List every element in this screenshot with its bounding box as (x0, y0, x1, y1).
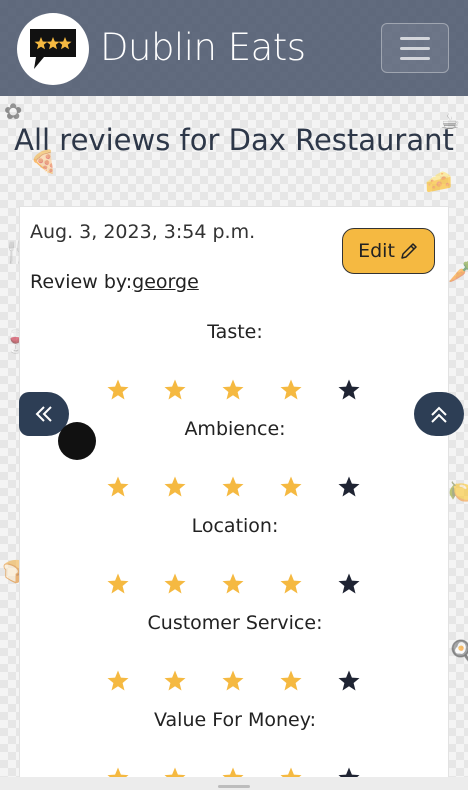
review-card: Aug. 3, 2023, 3:54 p.m. Edit Review by:g… (19, 206, 449, 790)
review-author-link[interactable]: george (132, 271, 199, 293)
double-chevron-up-icon (431, 406, 447, 423)
star-filled-icon (164, 670, 186, 691)
horizontal-scrollbar[interactable] (0, 777, 468, 790)
review-by-label: Review by: (30, 271, 133, 293)
scrollbar-thumb[interactable] (218, 785, 250, 788)
edit-review-button[interactable]: Edit (342, 228, 435, 274)
star-filled-icon (164, 379, 186, 400)
star-empty-icon (338, 573, 360, 594)
rating-label: Value For Money: (154, 709, 316, 731)
star-filled-icon (164, 573, 186, 594)
star-filled-icon (280, 379, 302, 400)
star-filled-icon (222, 476, 244, 497)
review-date: Aug. 3, 2023, 3:54 p.m. (30, 221, 256, 243)
star-filled-icon (107, 573, 129, 594)
star-empty-icon (338, 379, 360, 400)
background-doodle: 🥕 (448, 260, 468, 285)
star-filled-icon (107, 670, 129, 691)
star-empty-icon (338, 670, 360, 691)
background-doodle: 🧀 (425, 170, 453, 195)
rating-label: Location: (191, 515, 279, 537)
review-author-line: Review by:george (30, 271, 199, 293)
brand-name[interactable]: Dublin Eats (100, 26, 306, 69)
rating-label: Customer Service: (147, 612, 323, 634)
double-chevron-left-icon (35, 406, 52, 422)
back-to-top-button[interactable] (414, 392, 464, 436)
star-rating (20, 475, 448, 501)
background-doodle: 🍳 (448, 640, 468, 665)
star-filled-icon (222, 573, 244, 594)
star-rating (20, 572, 448, 598)
navbar: Dublin Eats (0, 0, 468, 96)
star-filled-icon (280, 476, 302, 497)
edit-label: Edit (358, 240, 395, 262)
star-filled-icon (107, 379, 129, 400)
star-empty-icon (338, 476, 360, 497)
page-title: All reviews for Dax Restaurant (14, 123, 454, 157)
star-rating (20, 378, 448, 404)
touch-cursor (58, 422, 96, 460)
star-filled-icon (280, 573, 302, 594)
star-filled-icon (107, 476, 129, 497)
star-rating (20, 669, 448, 695)
menu-toggle-button[interactable] (381, 23, 449, 73)
hamburger-icon (400, 36, 430, 40)
brand-logo[interactable] (17, 13, 89, 85)
star-filled-icon (222, 670, 244, 691)
pencil-icon (401, 243, 417, 259)
background-doodle: 🍋 (448, 480, 468, 505)
star-filled-icon (164, 476, 186, 497)
star-filled-icon (280, 670, 302, 691)
rating-label: Taste: (207, 321, 263, 343)
star-filled-icon (222, 379, 244, 400)
speech-bubble-stars-icon (30, 29, 76, 69)
